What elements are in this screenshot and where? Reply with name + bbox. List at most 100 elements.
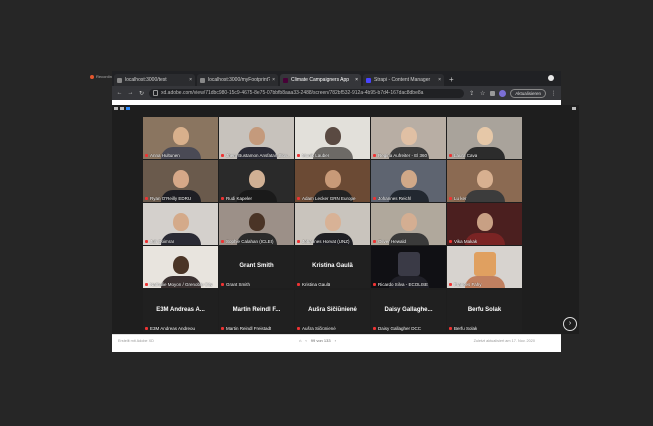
mic-muted-icon <box>373 327 376 330</box>
participant-tile[interactable]: Lu ker <box>447 160 522 202</box>
participant-tile[interactable]: Laura Cava <box>447 117 522 159</box>
menu-icon[interactable]: ⋮ <box>550 90 557 97</box>
participant-tile[interactable]: E3M Andreas A... E3M Andreas Andreou <box>143 290 218 332</box>
tab-localhost-footprint[interactable]: localhost:3000/myFootprint?n × <box>197 74 278 86</box>
next-icon[interactable]: › <box>335 338 336 343</box>
participant-tile[interactable]: Oliver Hewald <box>371 203 446 245</box>
tab-strapi[interactable]: Strapi - Content Manager × <box>363 74 444 86</box>
mic-muted-icon <box>297 283 300 286</box>
mic-muted-icon <box>145 154 148 157</box>
xd-footer: Erstellt mit Adobe XD ⌂ ‹ 99 von 133 › Z… <box>112 334 561 352</box>
update-button[interactable]: Aktualisieren <box>510 88 546 98</box>
tab-title: localhost:3000/myFootprint?n <box>208 77 271 83</box>
participant-tile[interactable]: Juli Qoimrar <box>143 203 218 245</box>
home-icon[interactable]: ⌂ <box>299 338 301 343</box>
participant-display-name: Daisy Gallaghe... <box>384 307 433 313</box>
meeting-toolbar <box>112 106 579 112</box>
participant-tile[interactable]: Martin Reindl F... Martin Reindl Freistad… <box>219 290 294 332</box>
tab-bar: localhost:3000/test × localhost:3000/myF… <box>112 71 561 86</box>
participant-tile[interactable]: Adam Lecker GRN Europe <box>295 160 370 202</box>
close-icon[interactable]: × <box>189 77 192 83</box>
participant-display-name: Aušra Sičiūnienė <box>308 307 357 313</box>
shield-icon[interactable] <box>126 107 130 110</box>
favicon-icon <box>117 77 122 83</box>
close-icon[interactable]: × <box>355 77 358 83</box>
participant-name-label: Anna Hultunen <box>145 153 180 158</box>
avatar[interactable] <box>499 89 507 97</box>
prev-icon[interactable]: ‹ <box>305 338 306 343</box>
person-head <box>400 127 417 145</box>
participant-name-label: Lu ker <box>449 196 467 201</box>
participant-name: Kristina Gaulä <box>302 282 331 287</box>
mic-muted-icon <box>449 240 452 243</box>
share-icon[interactable]: ⇪ <box>468 90 475 97</box>
url-field[interactable]: xd.adobe.com/view/71dbc980-15c9-4675-8e7… <box>149 88 465 98</box>
person-head <box>248 170 265 188</box>
participant-tile[interactable]: Ricardo Silva - ECOLISE <box>371 246 446 288</box>
mic-muted-icon <box>373 283 376 286</box>
reload-icon[interactable]: ↻ <box>138 90 145 97</box>
person-head <box>473 252 496 276</box>
participant-display-name: E3M Andreas A... <box>156 307 205 313</box>
participant-tile[interactable]: Jhem Bustamon Ansfatan Slov... <box>219 117 294 159</box>
participant-tile[interactable]: Monik Lauber <box>295 117 370 159</box>
participant-name-label: Martin Reindl Freistadt <box>221 326 271 331</box>
person-head <box>172 127 189 145</box>
participant-tile[interactable]: Grant Smith Grant Smith <box>219 246 294 288</box>
tab-title: Strapi - Content Manager <box>374 77 431 83</box>
participant-name-label: Grant Smith <box>221 282 250 287</box>
back-icon[interactable]: ← <box>116 90 123 96</box>
close-icon[interactable]: × <box>438 77 441 83</box>
participant-tile[interactable]: Kristina Gaulä Kristina Gaulä <box>295 246 370 288</box>
star-icon[interactable]: ☆ <box>479 90 486 97</box>
participant-name: Johannes Reichl <box>378 196 412 201</box>
participant-tile[interactable]: Nathalie Moyon / Grenoble City <box>143 246 218 288</box>
person-head <box>172 256 189 274</box>
participant-tile[interactable]: Frances Fahy <box>447 246 522 288</box>
participant-name-label: Johannes Horvat (UNZ) <box>297 239 350 244</box>
mic-muted-icon <box>449 327 452 330</box>
extension-icon[interactable] <box>490 90 496 96</box>
toolbar-icon[interactable] <box>114 107 118 110</box>
tab-climate-campaigners[interactable]: Climate Campaigners App × <box>280 74 361 86</box>
participant-display-name: Berfu Solak <box>467 307 502 313</box>
mic-muted-icon <box>373 197 376 200</box>
participant-tile[interactable]: Johannes Horvat (UNZ) <box>295 203 370 245</box>
participant-name: Oliver Hewald <box>378 239 407 244</box>
participant-name: Frances Fahy <box>454 282 482 287</box>
participant-tile[interactable]: Aušra Sičiūnienė Aušra Sičiūnienė <box>295 290 370 332</box>
participant-name-label: Oliver Hewald <box>373 239 406 244</box>
participant-name: Sophie Calahan (ICLEI) <box>226 239 274 244</box>
favicon-icon <box>200 77 205 83</box>
participant-name: Ryan O'Reilly EDRU <box>150 196 192 201</box>
participant-name: Nathalie Moyon / Grenoble City <box>150 282 213 287</box>
participant-name: Rudi Kapeler <box>226 196 253 201</box>
view-icon[interactable] <box>572 107 576 110</box>
participant-tile[interactable]: Ryan O'Reilly EDRU <box>143 160 218 202</box>
person-head <box>476 213 493 231</box>
profile-circle-icon[interactable] <box>548 75 554 81</box>
participant-name-label: Kristina Gaulä <box>297 282 330 287</box>
new-tab-button[interactable]: + <box>449 74 454 86</box>
forward-icon[interactable]: → <box>127 90 134 96</box>
mic-muted-icon <box>449 154 452 157</box>
participant-name: Daisy Gallagher DCC <box>378 326 422 331</box>
mic-muted-icon <box>297 327 300 330</box>
participant-tile[interactable]: Regina Aufreiter - El 360 <box>371 117 446 159</box>
tab-localhost-test[interactable]: localhost:3000/test × <box>114 74 195 86</box>
participant-tile[interactable]: Johannes Reichl <box>371 160 446 202</box>
mic-muted-icon <box>297 240 300 243</box>
mic-muted-icon <box>449 283 452 286</box>
toolbar-icon[interactable] <box>120 107 124 110</box>
close-icon[interactable]: × <box>272 77 275 83</box>
participant-tile[interactable]: Rudi Kapeler <box>219 160 294 202</box>
next-page-icon[interactable]: › <box>563 317 577 331</box>
participant-name: Johannes Horvat (UNZ) <box>302 239 350 244</box>
mic-muted-icon <box>145 327 148 330</box>
participant-tile[interactable]: Berfu Solak Berfu Solak <box>447 290 522 332</box>
participant-tile[interactable]: Vika Makak <box>447 203 522 245</box>
participant-tile[interactable]: Daisy Gallaghe... Daisy Gallagher DCC <box>371 290 446 332</box>
participant-tile[interactable]: Anna Hultunen <box>143 117 218 159</box>
participant-tile[interactable]: Sophie Calahan (ICLEI) <box>219 203 294 245</box>
mic-muted-icon <box>297 154 300 157</box>
